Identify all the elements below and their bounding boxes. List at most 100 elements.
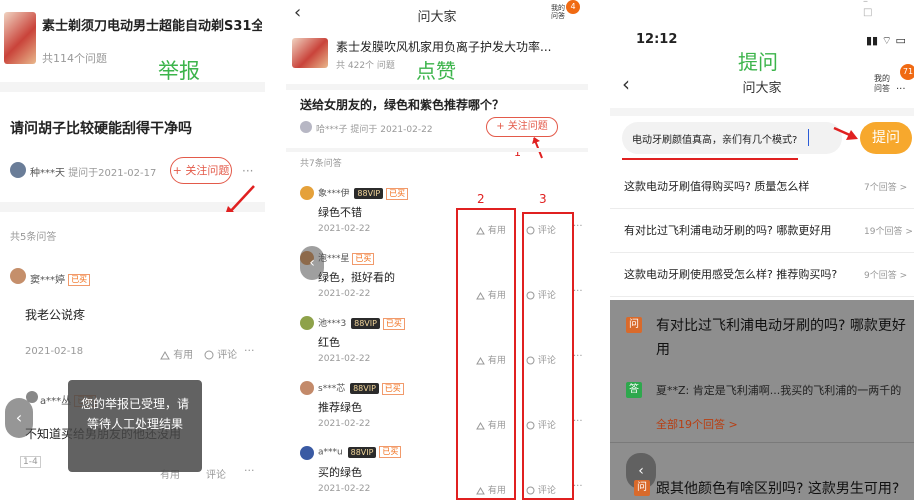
- comment-button[interactable]: 评论: [526, 223, 556, 236]
- answer-avatar: [300, 186, 314, 200]
- useful-label: 有用: [173, 350, 194, 361]
- answer-badge: 答: [626, 382, 642, 398]
- nav-title: 问大家: [417, 10, 457, 25]
- answer-text: 红色: [318, 336, 340, 349]
- answer1-useful-button[interactable]: 有用: [160, 346, 193, 361]
- comment-button[interactable]: 评论: [526, 418, 556, 431]
- answer-more-button[interactable]: ···: [573, 221, 583, 232]
- suggestion-text[interactable]: 这款电动牙刷使用感受怎么样? 推荐购买吗?: [624, 266, 837, 282]
- answer-user-line: 象***伊 88VIP 已买: [318, 186, 409, 200]
- answer-text: 绿色，挺好看的: [318, 271, 395, 284]
- suggestion-text[interactable]: 有对比过飞利浦电动牙刷的吗? 哪款更好用: [624, 222, 831, 238]
- asked-date: 提问于2021-02-17: [68, 168, 157, 179]
- back-chevron-icon[interactable]: ‹: [300, 246, 324, 280]
- answer-text: 买的绿色: [318, 466, 362, 479]
- question-input[interactable]: 电动牙刷颜值真高，亲们有几个模式?: [622, 122, 842, 154]
- useful-label: 有用: [487, 421, 506, 431]
- vip-badge: 88VIP: [350, 383, 379, 394]
- comment-icon: [526, 356, 535, 365]
- answer-date: 2021-02-22: [318, 419, 371, 429]
- annotation-num-2: 2: [477, 192, 485, 206]
- comment-icon: [526, 486, 535, 495]
- answer-text: 推荐绿色: [318, 401, 362, 414]
- annotation-underline: [622, 158, 798, 160]
- notification-badge: 71: [900, 64, 914, 80]
- product-title[interactable]: 素士发膜吹风机家用负离子护发大功率...: [336, 38, 584, 55]
- follow-question-button[interactable]: + 关注问题: [170, 157, 232, 184]
- useful-button[interactable]: 有用: [476, 483, 506, 496]
- comment-button[interactable]: 评论: [526, 353, 556, 366]
- all-answers-link[interactable]: 全部19个回答 >: [656, 416, 738, 432]
- answer1-text: 我老公说疼: [25, 308, 86, 322]
- comment-label: 评论: [217, 350, 238, 361]
- product-title[interactable]: 素士剃须刀电动男士超能自动剃S31全身...: [42, 15, 262, 34]
- suggestion-count[interactable]: 7个回答 >: [864, 180, 907, 193]
- answer1-comment-button[interactable]: 评论: [204, 346, 237, 361]
- featured-answer: 夏**Z: 肯定是飞利浦啊...我买的飞利浦的一两千的: [656, 384, 902, 397]
- answer1-user: 窦***婷: [30, 275, 65, 286]
- comment-label: 评论: [537, 226, 556, 236]
- answer-more-button[interactable]: ···: [573, 416, 583, 427]
- bought-tag: 已买: [382, 317, 405, 330]
- window-controls[interactable]: – □: [863, 0, 914, 18]
- answer1-date: 2021-02-18: [25, 346, 84, 357]
- question-title[interactable]: 请问胡子比较硬能刮得干净吗: [10, 118, 192, 138]
- annotation-report: 举报: [158, 59, 200, 83]
- answer1-user-line: 窦***婷 已买: [30, 271, 91, 286]
- question-input-value[interactable]: 电动牙刷颜值真高，亲们有几个模式?: [632, 131, 797, 146]
- question-title[interactable]: 送给女朋友的，绿色和紫色推荐哪个？: [300, 96, 504, 113]
- answer1-tag: 已买: [68, 274, 91, 286]
- more-menu-button[interactable]: ···: [242, 164, 253, 178]
- next-question[interactable]: 跟其他颜色有啥区别吗? 这款男生可用?: [656, 478, 899, 498]
- thumb-up-icon: [476, 226, 485, 234]
- product-thumbnail[interactable]: [292, 38, 328, 68]
- my-qa-button[interactable]: 我的问答: [872, 74, 892, 94]
- answer2-comment-button[interactable]: 评论: [206, 466, 226, 481]
- useful-button[interactable]: 有用: [476, 353, 506, 366]
- follow-question-button[interactable]: + 关注问题: [486, 117, 558, 137]
- answer-more-button[interactable]: ···: [573, 286, 583, 297]
- my-qa-button[interactable]: 我的问答: [548, 4, 568, 20]
- useful-button[interactable]: 有用: [476, 418, 506, 431]
- question-badge: 问: [626, 317, 642, 333]
- answer-user-line: s***芯 88VIP 已买: [318, 381, 404, 395]
- answer2-user: a***丛: [40, 396, 72, 407]
- comment-button[interactable]: 评论: [526, 483, 556, 496]
- bought-tag: 已买: [386, 187, 409, 200]
- divider: [286, 148, 588, 152]
- answer-date: 2021-02-22: [318, 484, 371, 494]
- suggestion-text[interactable]: 这款电动牙刷值得购买吗? 质量怎么样: [624, 178, 809, 194]
- report-panel: 素士剃须刀电动男士超能自动剃S31全身... 共114个问题 举报 请问胡子比较…: [0, 0, 265, 500]
- annotation-like: 点赞: [416, 59, 456, 83]
- answer2-more-button[interactable]: ···: [244, 464, 255, 477]
- answer1-more-button[interactable]: ···: [244, 344, 255, 357]
- ask-button[interactable]: 提问: [860, 122, 912, 154]
- comment-icon: [526, 226, 535, 235]
- comment-label: 评论: [537, 486, 556, 496]
- answer-more-button[interactable]: ···: [573, 351, 583, 362]
- answer-avatar: [300, 316, 314, 330]
- answer-more-button[interactable]: ···: [573, 481, 583, 492]
- featured-question[interactable]: 有对比过飞利浦电动牙刷的吗? 哪款更好用: [656, 314, 906, 362]
- more-menu-button[interactable]: ···: [896, 84, 906, 95]
- divider: [286, 84, 588, 90]
- answer-user: 象***伊: [318, 189, 350, 199]
- annotation-arrow: [833, 126, 858, 140]
- useful-button[interactable]: 有用: [476, 288, 506, 301]
- suggestion-count[interactable]: 19个回答 >: [864, 224, 913, 237]
- thumb-up-icon: [476, 486, 485, 494]
- useful-button[interactable]: 有用: [476, 223, 506, 236]
- answer-user-line: 池***3 88VIP 已买: [318, 316, 405, 330]
- product-thumbnail[interactable]: [4, 12, 36, 64]
- suggestion-count[interactable]: 9个回答 >: [864, 268, 907, 281]
- answer-avatar: [300, 381, 314, 395]
- comment-icon: [526, 291, 535, 300]
- next-question-badge: 问: [634, 480, 650, 496]
- comment-button[interactable]: 评论: [526, 288, 556, 301]
- answer-date: 2021-02-22: [318, 354, 371, 364]
- back-chevron-icon[interactable]: ‹: [5, 398, 33, 438]
- annotation-num-3: 3: [539, 192, 547, 206]
- thumb-up-icon: [476, 291, 485, 299]
- text-cursor: [808, 129, 809, 146]
- answer-user: s***芯: [318, 384, 346, 394]
